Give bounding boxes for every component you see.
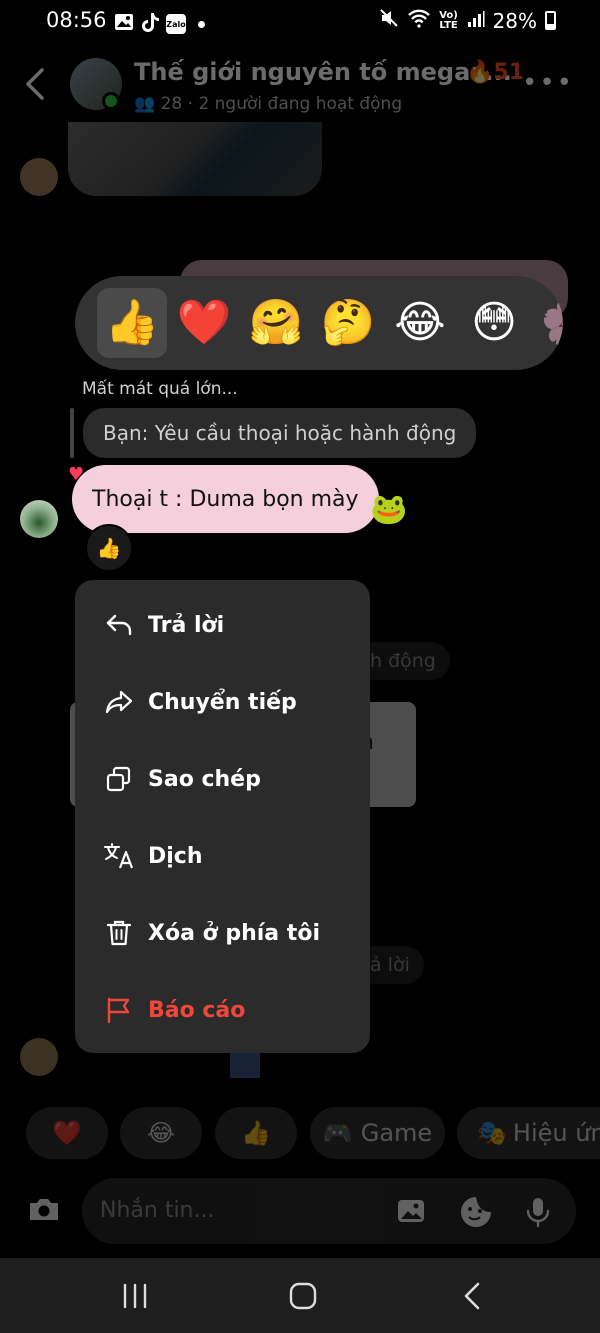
- flag-icon: [103, 994, 135, 1026]
- reaction-like[interactable]: 👍: [97, 288, 167, 358]
- message-input-placeholder: Nhắn tin...: [100, 1198, 215, 1223]
- menu-copy-label: Sao chép: [148, 766, 261, 792]
- quick-laugh-button[interactable]: 😂: [120, 1107, 202, 1159]
- zalo-icon: Zalo: [166, 14, 186, 34]
- message-context-menu: Trả lời Chuyển tiếp Sao chép Dịch Xóa ở …: [75, 580, 370, 1053]
- more-options-button[interactable]: •••: [522, 68, 574, 98]
- members-icon: 👥: [134, 94, 156, 114]
- menu-reply-label: Trả lời: [148, 612, 225, 638]
- copy-icon: [103, 763, 135, 795]
- menu-delete[interactable]: Xóa ở phía tôi: [75, 895, 370, 971]
- home-button[interactable]: [288, 1278, 318, 1314]
- background-text: ả lời: [370, 954, 410, 976]
- gallery-icon[interactable]: [394, 1194, 430, 1230]
- notification-icons: Zalo: [114, 11, 205, 37]
- back-nav-button[interactable]: [460, 1278, 484, 1314]
- camera-button[interactable]: [24, 1190, 64, 1230]
- menu-forward[interactable]: Chuyển tiếp: [75, 664, 370, 740]
- trash-icon: [103, 917, 135, 949]
- message-reaction[interactable]: 👍: [85, 524, 133, 572]
- reaction-heart[interactable]: ❤️: [169, 288, 239, 358]
- message-input[interactable]: Nhắn tin...: [82, 1178, 576, 1244]
- streak-value: 51: [493, 60, 525, 85]
- system-nav-bar: [0, 1258, 600, 1333]
- signal-icon: [467, 9, 485, 33]
- reply-context-label: Mất mát quá lớn...: [82, 379, 238, 399]
- translate-icon: [103, 840, 135, 872]
- effects-icon: 🎭: [477, 1119, 507, 1147]
- background-message: h động: [356, 642, 450, 680]
- online-indicator: [102, 92, 120, 110]
- sticker-icon[interactable]: [458, 1194, 494, 1230]
- heart-icon: ♥: [68, 464, 85, 485]
- menu-copy[interactable]: Sao chép: [75, 741, 370, 817]
- battery-icon: [545, 11, 556, 30]
- menu-report-label: Báo cáo: [148, 997, 246, 1023]
- sender-avatar[interactable]: [20, 500, 58, 538]
- tiktok-icon: [140, 11, 160, 37]
- background-text: h động: [370, 650, 436, 672]
- background-shape: [230, 1052, 260, 1078]
- image-message[interactable]: [68, 122, 322, 196]
- reply-icon: [103, 609, 135, 641]
- active-status: 2 người đang hoạt động: [198, 94, 403, 114]
- back-button[interactable]: [22, 66, 50, 102]
- menu-reply[interactable]: Trả lời: [75, 587, 370, 663]
- chat-header: Thế giới nguyên tố megas... 🔥51 👥 28 · 2…: [0, 46, 600, 122]
- reaction-flushed[interactable]: 😳: [459, 288, 529, 358]
- game-label: Game: [360, 1119, 433, 1147]
- group-title[interactable]: Thế giới nguyên tố megas...: [134, 58, 512, 86]
- wifi-icon: [407, 8, 431, 33]
- microphone-icon[interactable]: [520, 1194, 556, 1230]
- reaction-thinking[interactable]: 🤔: [313, 288, 383, 358]
- reply-indicator-line: [70, 408, 74, 458]
- reaction-hug[interactable]: 🤗: [241, 288, 311, 358]
- gallery-icon: [114, 12, 134, 36]
- quick-heart-button[interactable]: ❤️: [26, 1107, 108, 1159]
- mute-icon: [379, 8, 399, 33]
- effects-button[interactable]: 🎭 Hiệu ứng: [457, 1107, 600, 1159]
- forward-icon: [103, 686, 135, 718]
- message-composer: Nhắn tin...: [0, 1176, 600, 1246]
- gamepad-icon: 🎮: [322, 1119, 353, 1147]
- member-info: 👥 28 · 2 người đang hoạt động: [134, 94, 402, 114]
- menu-delete-label: Xóa ở phía tôi: [148, 920, 320, 946]
- quoted-message[interactable]: Bạn: Yêu cầu thoại hoặc hành động: [83, 408, 477, 458]
- menu-report[interactable]: Báo cáo: [75, 972, 370, 1048]
- reaction-picker: 👍 ❤️ 🤗 🤔 😂 😳 🌸: [75, 276, 563, 370]
- status-time: 08:56: [46, 8, 107, 32]
- selected-message[interactable]: Thoại t : Duma bọn mày: [72, 465, 379, 533]
- frog-sticker: 🐸: [370, 492, 408, 527]
- menu-forward-label: Chuyển tiếp: [148, 689, 297, 715]
- more-notifications-dot: [198, 20, 205, 28]
- quick-like-button[interactable]: 👍: [215, 1107, 297, 1159]
- separator: ·: [187, 94, 199, 114]
- recent-apps-button[interactable]: [120, 1278, 150, 1314]
- effects-label: Hiệu ứng: [512, 1119, 600, 1147]
- game-button[interactable]: 🎮 Game: [310, 1107, 445, 1159]
- streak-count: 🔥51: [466, 60, 525, 85]
- reaction-more[interactable]: 🌸: [533, 288, 563, 358]
- system-icons: Vo) LTE 28%: [379, 8, 556, 33]
- status-bar: 08:56 Zalo Vo) LTE 28%: [0, 0, 600, 44]
- avatar: [20, 1038, 58, 1076]
- avatar: [20, 158, 58, 196]
- network-type: Vo) LTE: [439, 9, 458, 31]
- menu-translate[interactable]: Dịch: [75, 818, 370, 894]
- battery-percent: 28%: [492, 8, 537, 33]
- member-count: 28: [160, 94, 183, 114]
- quick-actions-row: ❤️ 😂 👍 🎮 Game 🎭 Hiệu ứng: [0, 1107, 600, 1159]
- reaction-laugh[interactable]: 😂: [385, 288, 455, 358]
- menu-translate-label: Dịch: [148, 843, 203, 869]
